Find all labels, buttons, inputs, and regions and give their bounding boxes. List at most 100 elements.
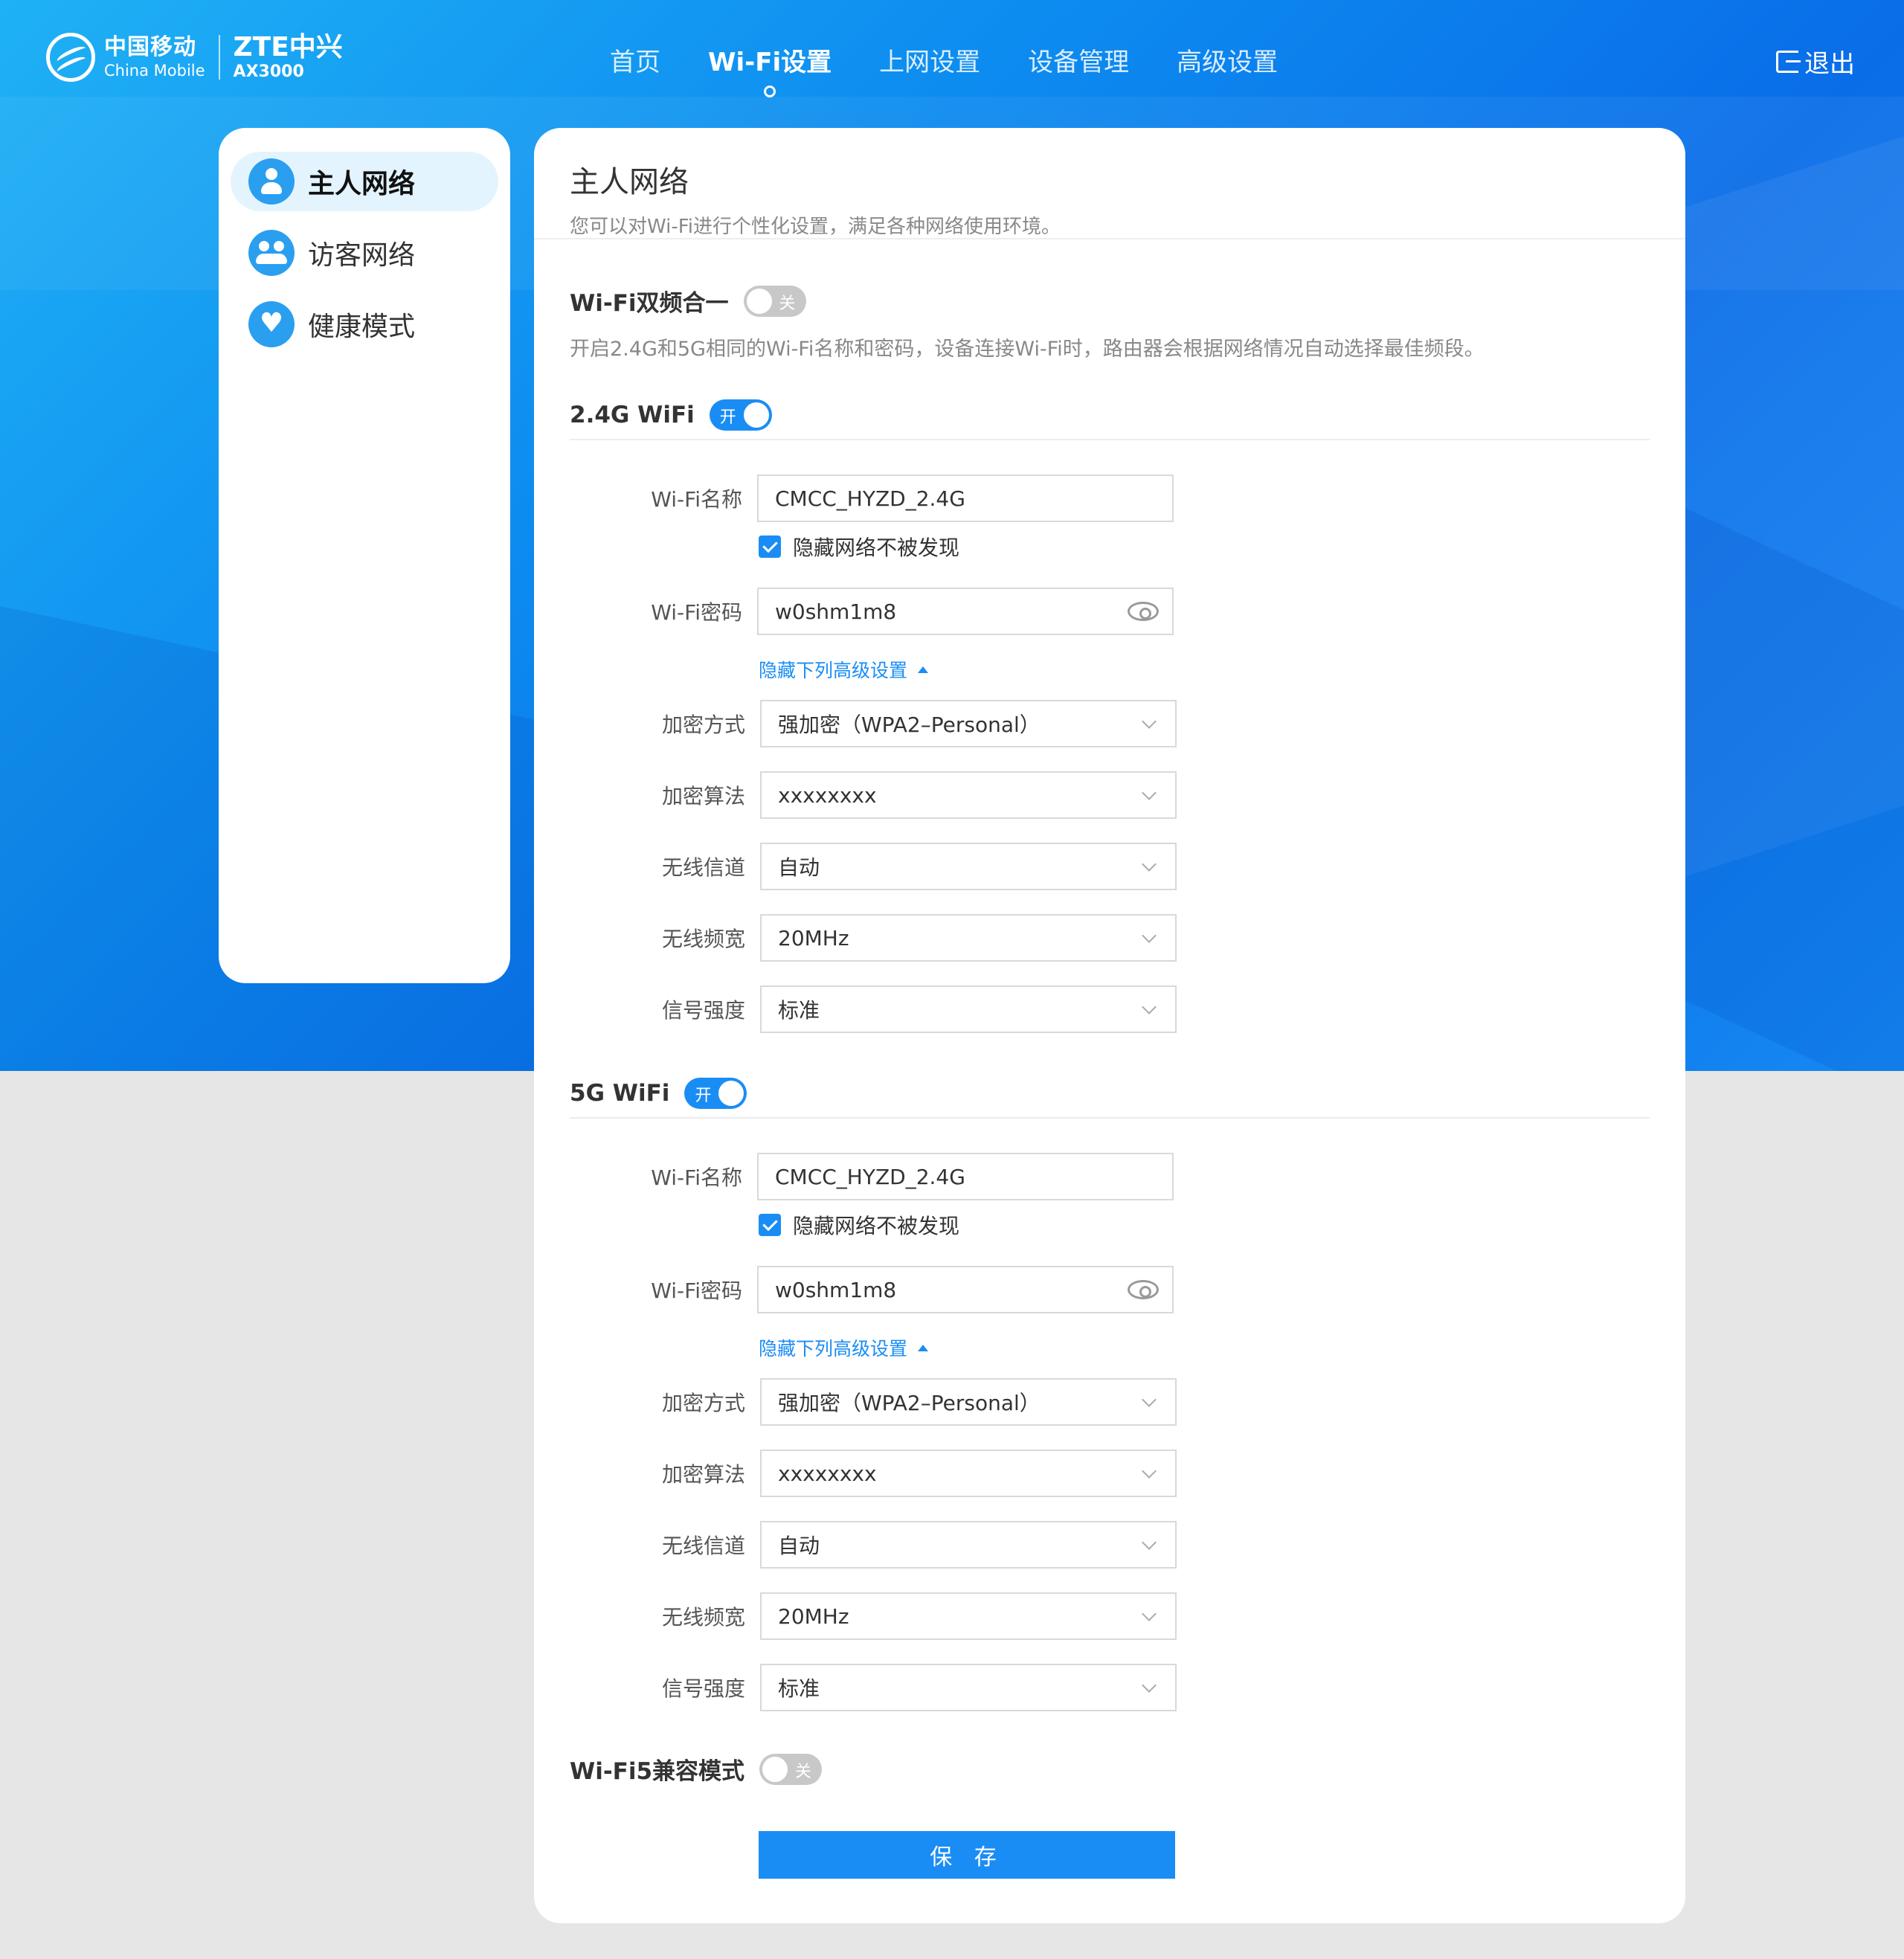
- field-label: Wi-Fi密码: [651, 600, 742, 625]
- sidebar-item-label: 主人网络: [308, 169, 416, 199]
- logout-label: 退出: [1804, 49, 1855, 79]
- dual-band-title: Wi-Fi双频合一: [570, 290, 729, 317]
- wifi5-title: 5G WiFi: [570, 1080, 670, 1107]
- brand-zte: ZTE中兴: [233, 32, 343, 62]
- sidebar-item-host-network[interactable]: 主人网络: [231, 152, 498, 211]
- chevron-down-icon: [1142, 1464, 1157, 1479]
- wifi24-enc-mode-field: 加密方式 强加密（WPA2–Personal）: [596, 700, 1177, 747]
- wifi5-channel-select[interactable]: 自动: [760, 1521, 1177, 1569]
- china-mobile-logo-icon: [46, 33, 95, 82]
- field-label: Wi-Fi名称: [651, 1165, 742, 1190]
- chevron-down-icon: [1142, 1678, 1157, 1693]
- chevron-down-icon: [1142, 928, 1157, 943]
- wifi5-enc-alg-field: 加密算法 xxxxxxxx: [596, 1450, 1177, 1497]
- divider: [570, 439, 1650, 440]
- sidebar-item-guest-network[interactable]: 访客网络: [231, 223, 498, 283]
- divider: [570, 1117, 1650, 1119]
- wifi24-enc-alg-select[interactable]: xxxxxxxx: [760, 771, 1177, 819]
- field-label: 加密方式: [661, 712, 745, 737]
- heart-icon: [248, 301, 295, 347]
- page-subtitle: 您可以对Wi-Fi进行个性化设置，满足各种网络使用环境。: [570, 216, 1061, 238]
- wifi24-name-input[interactable]: CMCC_HYZD_2.4G: [757, 475, 1174, 522]
- caret-up-icon: [918, 666, 929, 673]
- wifi24-row: 2.4G WiFi 开: [570, 399, 772, 431]
- chevron-down-icon: [1142, 857, 1157, 872]
- wifi5-enc-mode-field: 加密方式 强加密（WPA2–Personal）: [596, 1378, 1177, 1426]
- field-label: 加密算法: [661, 1462, 745, 1487]
- wifi24-advanced-toggle-link[interactable]: 隐藏下列高级设置: [759, 656, 929, 683]
- wifi24-hide-checkbox[interactable]: 隐藏网络不被发现: [759, 532, 959, 562]
- chevron-down-icon: [1142, 1000, 1157, 1014]
- wifi5-hide-checkbox[interactable]: 隐藏网络不被发现: [759, 1210, 959, 1240]
- wifi5-enc-alg-select[interactable]: xxxxxxxx: [760, 1450, 1177, 1497]
- sidebar-item-label: 访客网络: [308, 240, 416, 271]
- wifi5-compat-title: Wi-Fi5兼容模式: [570, 1758, 745, 1785]
- brand-cm-en: China Mobile: [104, 61, 205, 80]
- nav-wifi-settings[interactable]: Wi-Fi设置: [708, 42, 832, 97]
- field-label: Wi-Fi名称: [651, 487, 742, 512]
- nav-home[interactable]: 首页: [610, 42, 660, 78]
- checkbox-checked-icon: [759, 1214, 781, 1236]
- field-label: 无线信道: [661, 1534, 745, 1558]
- wifi24-password-field: Wi-Fi密码 w0shm1m8: [594, 588, 1174, 635]
- wifi5-bandwidth-select[interactable]: 20MHz: [760, 1592, 1177, 1640]
- field-label: 无线信道: [661, 855, 745, 880]
- user-icon: [248, 158, 295, 205]
- brand-model: AX3000: [233, 62, 304, 81]
- wifi5-enc-mode-select[interactable]: 强加密（WPA2–Personal）: [760, 1378, 1177, 1426]
- chevron-down-icon: [1142, 1392, 1157, 1407]
- sidebar-item-label: 健康模式: [308, 312, 416, 342]
- wifi24-enc-alg-field: 加密算法 xxxxxxxx: [596, 771, 1177, 819]
- wifi5-advanced-toggle-link[interactable]: 隐藏下列高级设置: [759, 1334, 929, 1361]
- wifi24-password-input[interactable]: w0shm1m8: [757, 588, 1174, 635]
- nav-advanced-settings[interactable]: 高级设置: [1177, 42, 1278, 78]
- wifi5-signal-select[interactable]: 标准: [760, 1664, 1177, 1711]
- group-icon: [248, 230, 295, 276]
- wifi24-enc-mode-select[interactable]: 强加密（WPA2–Personal）: [760, 700, 1177, 747]
- eye-icon[interactable]: [1128, 602, 1159, 621]
- logout-icon: [1776, 50, 1801, 73]
- dual-band-toggle[interactable]: 关: [743, 285, 806, 317]
- wifi5-signal-field: 信号强度 标准: [596, 1664, 1177, 1711]
- field-label: 无线频宽: [661, 927, 745, 951]
- logo-divider: [218, 35, 220, 80]
- field-label: 无线频宽: [661, 1605, 745, 1630]
- wifi5-password-input[interactable]: w0shm1m8: [757, 1266, 1174, 1313]
- wifi24-channel-field: 无线信道 自动: [596, 843, 1177, 890]
- wifi5-compat-toggle[interactable]: 关: [759, 1753, 823, 1785]
- dual-band-desc: 开启2.4G和5G相同的Wi-Fi名称和密码，设备连接Wi-Fi时，路由器会根据…: [570, 338, 1485, 361]
- wifi5-compat-row: Wi-Fi5兼容模式 关: [570, 1752, 823, 1786]
- caret-up-icon: [918, 1344, 929, 1351]
- sidebar-item-health-mode[interactable]: 健康模式: [231, 295, 498, 354]
- nav-device-management[interactable]: 设备管理: [1028, 42, 1129, 78]
- save-button[interactable]: 保 存: [759, 1831, 1175, 1879]
- wifi24-channel-select[interactable]: 自动: [760, 843, 1177, 890]
- active-indicator-icon: [764, 86, 776, 97]
- wifi24-name-field: Wi-Fi名称 CMCC_HYZD_2.4G: [594, 475, 1174, 522]
- logout-button[interactable]: 退出: [1776, 43, 1855, 80]
- wifi24-toggle[interactable]: 开: [709, 399, 772, 431]
- field-label: 信号强度: [661, 1676, 745, 1701]
- wifi24-signal-field: 信号强度 标准: [596, 985, 1177, 1033]
- wifi24-bandwidth-field: 无线频宽 20MHz: [596, 914, 1177, 962]
- brand-logo: 中国移动 China Mobile ZTE中兴 AX3000: [46, 33, 343, 82]
- chevron-down-icon: [1142, 1606, 1157, 1621]
- wifi24-bandwidth-select[interactable]: 20MHz: [760, 914, 1177, 962]
- wifi5-toggle[interactable]: 开: [684, 1078, 747, 1109]
- nav-internet-settings[interactable]: 上网设置: [879, 42, 980, 78]
- wifi24-signal-select[interactable]: 标准: [760, 985, 1177, 1033]
- main-nav: 首页 Wi-Fi设置 上网设置 设备管理 高级设置: [610, 42, 1325, 97]
- eye-icon[interactable]: [1128, 1280, 1159, 1299]
- page-title: 主人网络: [570, 165, 689, 199]
- field-label: Wi-Fi密码: [651, 1278, 742, 1303]
- wifi5-name-input[interactable]: CMCC_HYZD_2.4G: [757, 1153, 1174, 1200]
- wifi24-title: 2.4G WiFi: [570, 402, 695, 428]
- dual-band-row: Wi-Fi双频合一 关: [570, 284, 806, 318]
- wifi5-password-field: Wi-Fi密码 w0shm1m8: [594, 1266, 1174, 1313]
- checkbox-checked-icon: [759, 535, 781, 558]
- top-header: 中国移动 China Mobile ZTE中兴 AX3000 首页 Wi-Fi设…: [0, 0, 1904, 104]
- wifi5-row: 5G WiFi 开: [570, 1078, 747, 1109]
- brand-cm-cn: 中国移动: [104, 33, 196, 60]
- main-header: 主人网络 您可以对Wi-Fi进行个性化设置，满足各种网络使用环境。: [534, 128, 1685, 239]
- main-card: 主人网络 您可以对Wi-Fi进行个性化设置，满足各种网络使用环境。 Wi-Fi双…: [534, 128, 1685, 1923]
